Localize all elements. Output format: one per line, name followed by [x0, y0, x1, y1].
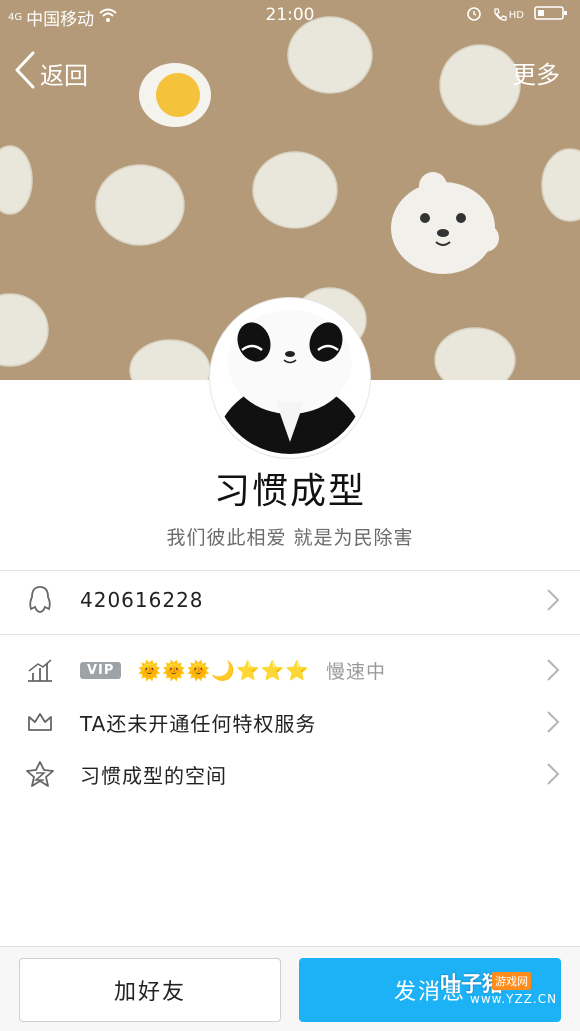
divider: [0, 634, 580, 635]
nickname: 习惯成型: [213, 471, 366, 512]
vip-level-icons: 🌞🌞🌞🌙⭐⭐⭐: [137, 659, 311, 682]
vip-speed-status: 慢速中: [326, 660, 387, 683]
chevron-right-icon: [546, 588, 560, 612]
add-friend-button[interactable]: 加好友: [19, 958, 281, 1022]
chevron-left-icon: [14, 51, 36, 95]
signature: 我们彼此相爱 就是为民除害: [166, 527, 414, 549]
more-button[interactable]: 更多: [512, 55, 560, 90]
qzone-row[interactable]: 习惯成型的空间: [0, 749, 580, 799]
crown-icon: [24, 706, 56, 738]
panda-avatar-image: [214, 302, 366, 454]
privilege-text: TA还未开通任何特权服务: [80, 711, 317, 736]
vip-level-row[interactable]: VIP 🌞🌞🌞🌙⭐⭐⭐ 慢速中: [0, 645, 580, 695]
nav-bar: 返回 更多: [0, 45, 580, 97]
chevron-right-icon: [546, 658, 560, 682]
alarm-icon: [466, 5, 482, 25]
qzone-text: 习惯成型的空间: [80, 763, 227, 788]
watermark-tag: 游戏网: [492, 972, 531, 990]
back-button[interactable]: 返回: [14, 51, 88, 95]
watermark-url: www.YZZ.CN: [470, 992, 558, 1006]
qq-number: 420616228: [80, 588, 204, 612]
vip-badge: VIP: [80, 661, 122, 679]
qq-number-row[interactable]: 420616228: [0, 575, 580, 625]
site-watermark: 叶子猪 游戏网 www.YZZ.CN: [440, 968, 572, 1018]
level-chart-icon: [24, 654, 56, 686]
avatar[interactable]: [210, 298, 370, 458]
penguin-icon: [24, 584, 56, 616]
status-bar: 4G 中国移动 21:00 HD: [0, 0, 580, 32]
vip-info: VIP 🌞🌞🌞🌙⭐⭐⭐ 慢速中: [80, 657, 386, 684]
chevron-right-icon: [546, 762, 560, 786]
divider: [0, 570, 580, 571]
call-hd-icon: HD: [492, 7, 524, 23]
privilege-row[interactable]: TA还未开通任何特权服务: [0, 697, 580, 747]
battery-icon: [534, 5, 568, 25]
chevron-right-icon: [546, 710, 560, 734]
back-label: 返回: [40, 61, 88, 90]
qzone-star-icon: [24, 758, 56, 790]
